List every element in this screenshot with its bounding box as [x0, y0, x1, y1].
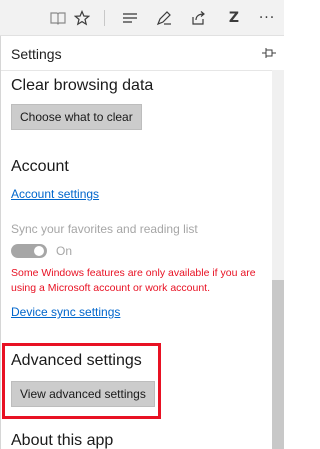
hub-icon[interactable]	[120, 8, 140, 28]
panel-title: Settings	[11, 46, 62, 62]
panel-left-border	[0, 36, 1, 449]
clear-browsing-title: Clear browsing data	[11, 77, 154, 94]
about-this-app-title: About this app	[11, 432, 114, 449]
share-icon[interactable]	[188, 8, 208, 28]
z-extension-icon[interactable]: Z	[224, 8, 244, 28]
account-warning-text: Some Windows features are only available…	[11, 267, 256, 294]
advanced-settings-title: Advanced settings	[11, 352, 142, 369]
toggle-knob	[34, 246, 44, 256]
toolbar-divider	[104, 10, 105, 26]
sync-toggle[interactable]	[11, 244, 47, 258]
favorite-star-icon[interactable]	[72, 8, 92, 28]
scrollbar-thumb[interactable]	[272, 280, 284, 449]
web-note-icon[interactable]	[154, 8, 174, 28]
sync-label: Sync your favorites and reading list	[11, 222, 198, 236]
view-advanced-settings-button[interactable]: View advanced settings	[11, 381, 155, 407]
more-icon[interactable]: ···	[256, 8, 278, 28]
sync-toggle-state: On	[56, 244, 73, 258]
browser-toolbar: Z ···	[0, 0, 284, 36]
choose-what-to-clear-button[interactable]: Choose what to clear	[11, 104, 142, 130]
account-title: Account	[11, 158, 69, 175]
header-divider	[1, 70, 272, 71]
pin-icon[interactable]	[261, 46, 277, 58]
reading-view-icon[interactable]	[48, 8, 68, 28]
account-settings-link[interactable]: Account settings	[11, 187, 99, 201]
device-sync-settings-link[interactable]: Device sync settings	[11, 305, 120, 319]
